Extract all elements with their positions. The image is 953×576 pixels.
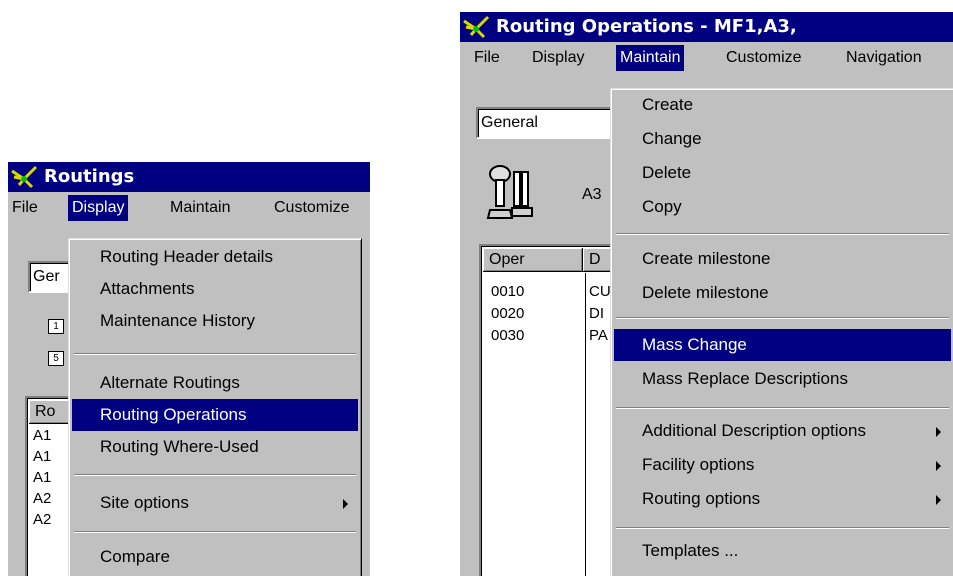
app-logo-icon (11, 165, 38, 189)
menu-item-templates[interactable]: Templates ... (614, 535, 951, 567)
app-logo-icon (463, 15, 490, 39)
routing-id-label: A3 (582, 186, 602, 203)
menu-item-site-options[interactable]: Site options (72, 487, 358, 519)
title-bar[interactable]: Routing Operations - MF1,A3, (460, 12, 953, 42)
list-item[interactable]: A2 (33, 489, 51, 509)
menu-separator (74, 474, 356, 476)
table-cell-desc[interactable]: CU (589, 282, 611, 302)
menu-item-mass-change[interactable]: Mass Change (614, 329, 951, 361)
menu-file[interactable]: File (8, 195, 42, 221)
menu-maintain[interactable]: Maintain (616, 45, 685, 71)
status-box-5: 5 (48, 351, 64, 366)
menu-item-compare[interactable]: Compare (72, 541, 358, 573)
menu-item-label: Facility options (642, 455, 755, 474)
menu-separator (616, 407, 949, 409)
menu-customize[interactable]: Customize (270, 195, 354, 221)
menu-separator (616, 317, 949, 319)
menu-item-mass-replace-descriptions[interactable]: Mass Replace Descriptions (614, 363, 951, 395)
list-item[interactable]: A1 (33, 426, 51, 446)
menu-item-facility-options[interactable]: Facility options (614, 449, 951, 481)
menu-item-routing-operations[interactable]: Routing Operations (72, 399, 358, 431)
menu-item-maintenance-history[interactable]: Maintenance History (72, 305, 358, 337)
window-title: Routings (44, 166, 135, 187)
menu-navigation[interactable]: Navigation (842, 45, 926, 71)
menu-bar: File Display Maintain Customize (8, 192, 370, 224)
menu-display[interactable]: Display (68, 195, 129, 221)
menu-file[interactable]: File (470, 45, 504, 71)
routing-operations-window: Routing Operations - MF1,A3, File Displa… (460, 12, 953, 576)
menu-item-copy[interactable]: Copy (614, 191, 951, 223)
menu-separator (74, 353, 356, 355)
table-cell-oper[interactable]: 0010 (491, 282, 524, 302)
status-box-1: 1 (48, 319, 64, 334)
menu-customize[interactable]: Customize (722, 45, 806, 71)
title-bar[interactable]: Routings (8, 162, 370, 192)
submenu-arrow-icon (936, 495, 941, 505)
menu-item-attachments[interactable]: Attachments (72, 273, 358, 305)
list-item[interactable]: A2 (33, 510, 51, 530)
menu-item-additional-description-options[interactable]: Additional Description options (614, 415, 951, 447)
menu-item-routing-options[interactable]: Routing options (614, 483, 951, 515)
maintain-menu: Create Change Delete Copy Create milesto… (610, 88, 953, 576)
menu-item-label: Routing options (642, 489, 761, 508)
menu-item-routing-where-used[interactable]: Routing Where-Used (72, 431, 358, 463)
table-cell-oper[interactable]: 0020 (491, 304, 524, 324)
menu-item-delete[interactable]: Delete (614, 157, 951, 189)
display-menu: Routing Header details Attachments Maint… (68, 238, 362, 576)
routings-window: Routings File Display Maintain Customize… (8, 162, 370, 576)
menu-separator (616, 527, 949, 529)
routing-icon (486, 165, 533, 219)
column-divider (585, 273, 586, 576)
submenu-arrow-icon (936, 427, 941, 437)
menu-item-routing-header-details[interactable]: Routing Header details (72, 241, 358, 273)
menu-bar: File Display Maintain Customize Navigati… (460, 42, 953, 74)
table-cell-desc[interactable]: DI (589, 304, 604, 324)
menu-item-label: Additional Description options (642, 421, 866, 440)
menu-separator (616, 233, 949, 235)
view-combo[interactable]: General (476, 107, 623, 139)
menu-maintain[interactable]: Maintain (166, 195, 234, 221)
submenu-arrow-icon (343, 499, 348, 509)
table-cell-desc[interactable]: PA (589, 326, 608, 346)
menu-separator (74, 531, 356, 533)
menu-display[interactable]: Display (528, 45, 588, 71)
menu-item-delete-milestone[interactable]: Delete milestone (614, 277, 951, 309)
menu-item-create[interactable]: Create (614, 89, 951, 121)
menu-item-alternate-routings[interactable]: Alternate Routings (72, 367, 358, 399)
menu-item-change[interactable]: Change (614, 123, 951, 155)
list-item[interactable]: A1 (33, 468, 51, 488)
submenu-arrow-icon (936, 461, 941, 471)
list-item[interactable]: A1 (33, 447, 51, 467)
table-cell-oper[interactable]: 0030 (491, 326, 524, 346)
window-title: Routing Operations - MF1,A3, (496, 16, 797, 37)
col-header-oper[interactable]: Oper (483, 248, 583, 272)
menu-item-label: Site options (100, 493, 189, 512)
menu-item-create-milestone[interactable]: Create milestone (614, 243, 951, 275)
